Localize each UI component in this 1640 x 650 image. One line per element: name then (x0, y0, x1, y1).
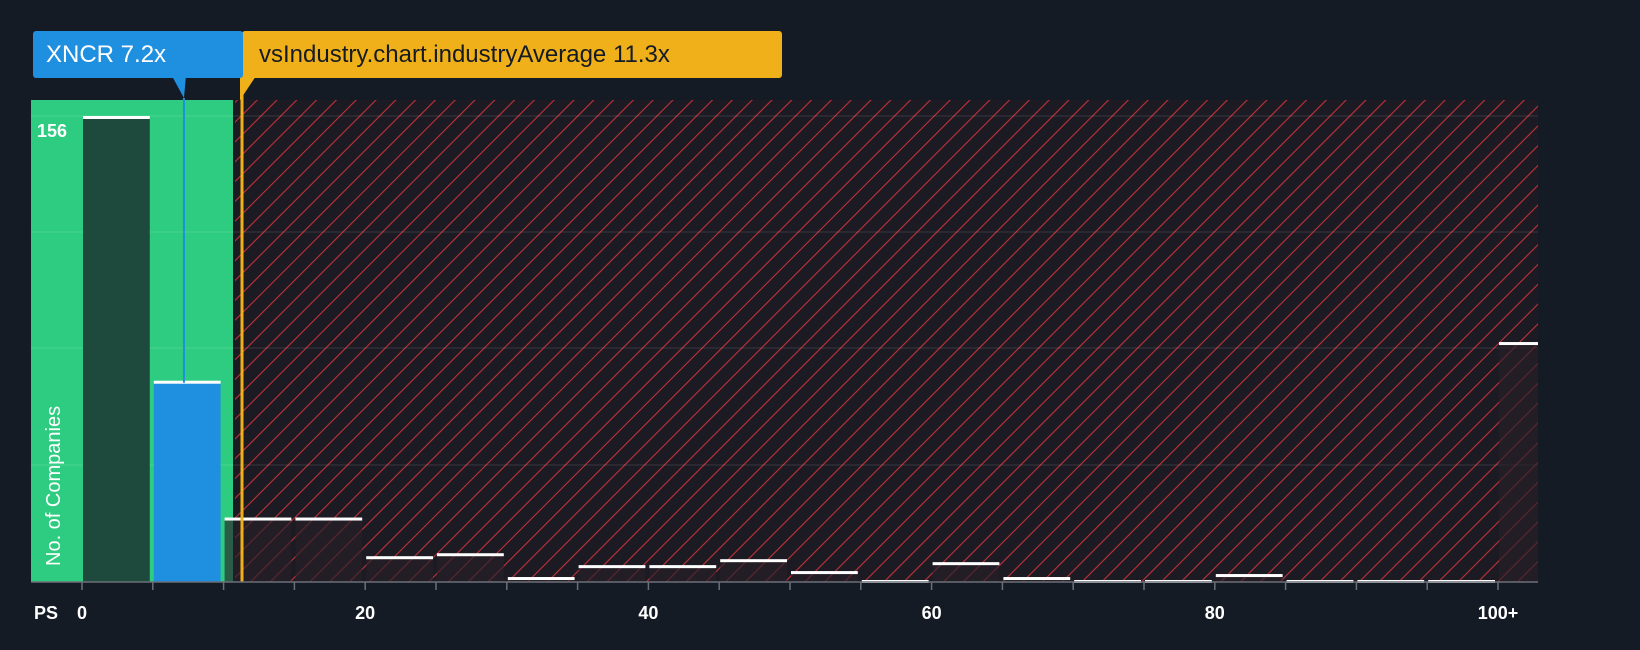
bar-value-cap (1003, 577, 1071, 581)
company-callout-pointer (171, 76, 186, 98)
bar-value-cap (649, 565, 717, 569)
histogram-bar (153, 382, 221, 582)
bar-value-cap (1499, 342, 1538, 346)
x-tick-label: 40 (638, 603, 658, 623)
histogram-bar (649, 567, 717, 582)
industry-average-label: vsIndustry.chart.industryAverage 11.3x (259, 41, 670, 68)
x-tick-label: 20 (355, 603, 375, 623)
histogram-bar (295, 519, 363, 582)
bar-value-cap (791, 571, 858, 575)
industry-callout-pointer (240, 76, 257, 100)
bar-value-cap (507, 577, 575, 581)
bar-value-cap (366, 556, 433, 560)
x-tick-label: 0 (77, 603, 87, 623)
bar-value-cap (932, 562, 1000, 566)
x-tick-label: 100+ (1478, 603, 1519, 623)
x-axis-label: PS (34, 603, 58, 623)
overvalued-zone (235, 100, 1538, 582)
bar-value-cap (224, 517, 292, 521)
histogram-bar (720, 561, 787, 582)
histogram-bar (791, 573, 858, 582)
histogram-bar (1499, 344, 1538, 582)
y-max-label: 156 (37, 121, 67, 141)
company-label: XNCR 7.2x (46, 41, 166, 68)
x-tick-label: 80 (1205, 603, 1225, 623)
ps-ratio-histogram: 0 20 40 60 80 100+ PS No. of Companies 156 vsInd… (31, 31, 1538, 623)
bar-value-cap (437, 553, 504, 557)
y-axis-label: No. of Companies (43, 406, 65, 566)
x-tick-label: 60 (922, 603, 942, 623)
bar-value-cap (1215, 574, 1283, 578)
bar-value-cap (83, 116, 150, 119)
bar-value-cap (295, 517, 363, 521)
histogram-bar (437, 555, 504, 582)
bar-value-cap (153, 380, 221, 384)
histogram-bar (578, 567, 646, 582)
bar-value-cap (578, 565, 646, 569)
histogram-bar (366, 558, 433, 582)
bar-value-cap (720, 559, 787, 563)
histogram-bar (224, 519, 292, 582)
histogram-bar (932, 564, 1000, 582)
histogram-bar (83, 118, 150, 582)
